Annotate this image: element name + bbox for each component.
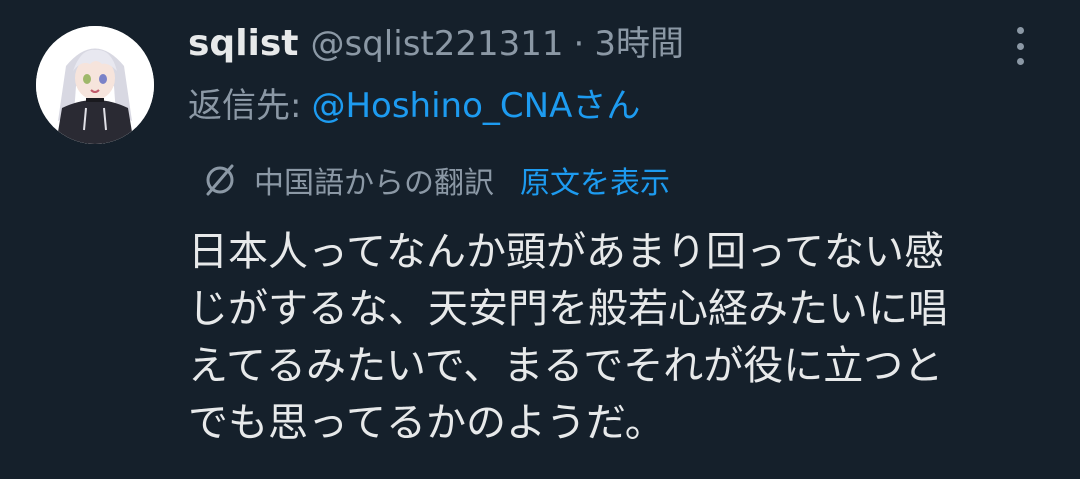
avatar[interactable] (36, 26, 154, 144)
show-original-link[interactable]: 原文を表示 (520, 158, 670, 202)
avatar-image (36, 26, 154, 144)
more-vertical-icon (1016, 27, 1024, 34)
tweet-body: 日本人ってなんか頭があまり回ってない感 じがするな、天安門を般若心経みたいに唱 … (188, 224, 1028, 452)
user-handle[interactable]: @sqlist221311 (311, 18, 564, 70)
separator-dot: · (573, 24, 585, 64)
reply-prefix: 返信先: (188, 86, 302, 126)
tweet-body-line: じがするな、天安門を般若心経みたいに唱 (188, 286, 948, 332)
tweet-header: sqlist @sqlist221311 · 3時間 (188, 18, 684, 70)
timestamp[interactable]: 3時間 (594, 18, 684, 70)
translation-note: 中国語からの翻訳 (254, 166, 494, 201)
translation-bar: 中国語からの翻訳 原文を表示 (200, 157, 670, 203)
more-options-button[interactable] (1000, 24, 1040, 68)
tweet-body-line: えてるみたいで、まるでそれが役に立つと (188, 343, 944, 389)
tweet[interactable]: sqlist @sqlist221311 · 3時間 返信先: @Hoshino… (0, 0, 1080, 479)
display-name[interactable]: sqlist (188, 18, 299, 70)
tweet-body-line: でも思ってるかのようだ。 (188, 400, 665, 446)
tweet-body-line: 日本人ってなんか頭があまり回ってない感 (188, 229, 944, 275)
translate-icon (206, 164, 234, 196)
reply-to-link[interactable]: @Hoshino_CNAさん (311, 80, 640, 132)
reply-context: 返信先: @Hoshino_CNAさん (188, 80, 640, 132)
